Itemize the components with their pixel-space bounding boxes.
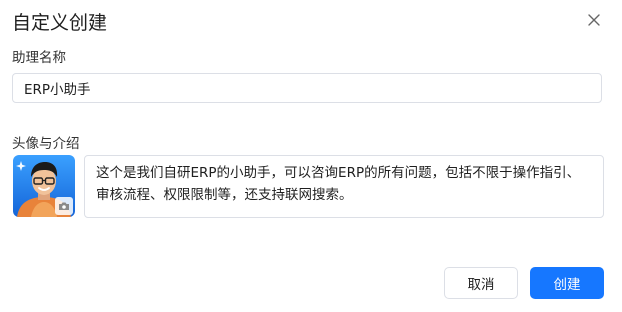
avatar-intro-label: 头像与介绍 [12,136,80,152]
create-button[interactable]: 创建 [530,267,604,299]
close-icon[interactable] [585,11,603,29]
avatar-upload[interactable] [13,155,75,217]
assistant-description-input[interactable]: 这个是我们自研ERP的小助手，可以咨询ERP的所有问题，包括不限于操作指引、审核… [84,155,604,218]
assistant-name-label: 助理名称 [12,50,66,66]
cancel-button[interactable]: 取消 [444,267,518,299]
custom-create-dialog: 自定义创建 助理名称 头像与介绍 [0,0,622,312]
camera-icon[interactable] [55,197,73,215]
dialog-title: 自定义创建 [12,12,108,34]
assistant-name-input[interactable] [12,73,602,103]
